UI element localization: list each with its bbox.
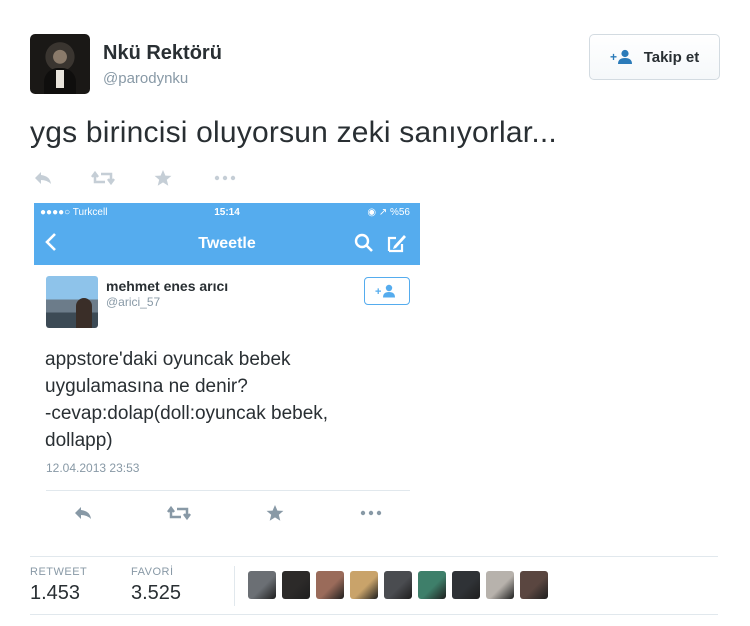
favoriter-avatar[interactable]	[316, 571, 344, 599]
embedded-tweet-text: appstore'daki oyuncak bebek uygulamasına…	[45, 346, 405, 454]
stats-bottom-divider	[30, 614, 718, 615]
avatar[interactable]	[30, 34, 90, 94]
tweet-actions	[30, 166, 238, 190]
embedded-favorite-icon	[266, 501, 284, 525]
embedded-date: 12.04.2013 23:53	[46, 461, 140, 475]
favoriter-avatar[interactable]	[418, 571, 446, 599]
search-icon	[354, 233, 374, 258]
retweet-stat-label: RETWEET	[30, 566, 88, 578]
favoriter-avatar[interactable]	[248, 571, 276, 599]
follow-person-icon: +	[610, 49, 636, 65]
more-dots-icon[interactable]	[212, 166, 238, 190]
follow-button-label: Takip et	[643, 48, 700, 66]
favoriter-avatar[interactable]	[384, 571, 412, 599]
favorite-stat-label: FAVORİ	[131, 566, 174, 578]
embedded-retweet-icon	[166, 501, 192, 525]
reply-icon[interactable]	[30, 166, 56, 190]
stats-vertical-divider	[234, 566, 235, 606]
svg-text:+: +	[610, 50, 617, 64]
favoriter-avatar[interactable]	[520, 571, 548, 599]
embedded-screenshot: ●●●●○ Turkcell 15:14 ◉ ↗ %56 Tweetle meh…	[34, 203, 420, 543]
embedded-avatar	[46, 276, 98, 328]
embedded-reply-icon	[72, 501, 94, 525]
embedded-text-line: uygulamasına ne denir?	[45, 376, 248, 397]
favorite-count: 3.525	[131, 582, 182, 604]
favoriter-avatar[interactable]	[452, 571, 480, 599]
embedded-more-icon	[360, 501, 382, 525]
retweet-stat[interactable]: RETWEET 1.453	[30, 566, 87, 605]
stats-top-divider	[30, 556, 718, 557]
tweet-header: Nkü Rektörü @parodynku + Takip et	[30, 34, 720, 94]
embedded-user-name: mehmet enes arıcı	[106, 278, 229, 294]
embedded-follow-icon: +	[364, 277, 410, 305]
status-bar: ●●●●○ Turkcell 15:14 ◉ ↗ %56	[34, 203, 420, 223]
embedded-divider	[46, 490, 410, 491]
user-handle[interactable]: @parodynku	[103, 70, 188, 87]
retweet-icon[interactable]	[90, 166, 116, 190]
status-battery: ◉ ↗ %56	[367, 207, 410, 218]
favoriter-avatars	[248, 571, 554, 601]
tweet-text: ygs birincisi oluyorsun zeki sanıyorlar.…	[30, 116, 557, 149]
status-time: 15:14	[214, 207, 240, 218]
follow-button[interactable]: + Takip et	[589, 34, 720, 80]
embedded-text-line: dollapp)	[45, 430, 113, 451]
favorite-stat[interactable]: FAVORİ 3.525	[131, 566, 181, 605]
user-fullname[interactable]: Nkü Rektörü	[103, 42, 222, 65]
nav-bar: Tweetle	[34, 223, 420, 265]
favoriter-avatar[interactable]	[282, 571, 310, 599]
embedded-text-line: -cevap:dolap(doll:oyuncak bebek,	[45, 403, 329, 424]
favorite-star-icon[interactable]	[152, 166, 174, 190]
embedded-user-handle: @arici_57	[106, 295, 161, 309]
favoriter-avatar[interactable]	[486, 571, 514, 599]
svg-text:+: +	[375, 286, 381, 298]
favoriter-avatar[interactable]	[350, 571, 378, 599]
retweet-count: 1.453	[30, 582, 81, 604]
embedded-text-line: appstore'daki oyuncak bebek	[45, 349, 291, 370]
embedded-actions	[34, 501, 420, 521]
compose-icon	[386, 232, 408, 259]
